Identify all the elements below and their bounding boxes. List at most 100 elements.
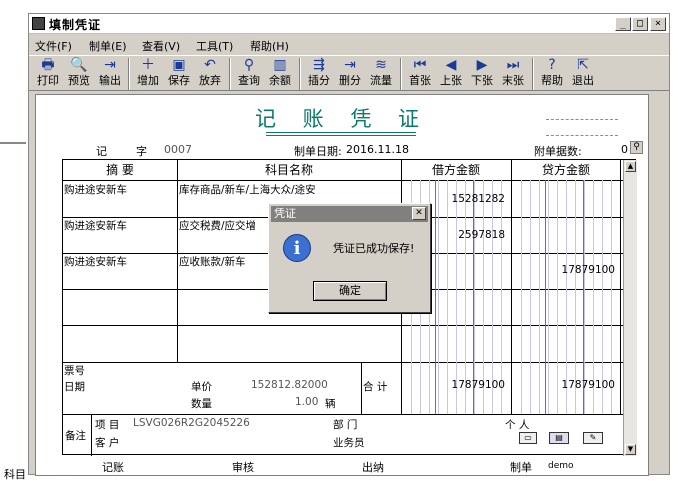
- voucher-no-label: 字: [136, 145, 147, 158]
- background-label: 科目: [4, 468, 26, 481]
- grid-line: [361, 362, 362, 414]
- grid-line: [177, 160, 178, 362]
- menu-voucher[interactable]: 制单(E): [89, 38, 127, 54]
- help-button[interactable]: ? 帮助: [537, 57, 567, 90]
- voucher-title: 记 账 凭 证: [254, 107, 430, 131]
- app-icon: [32, 17, 45, 30]
- dept-label: 部 门: [333, 419, 358, 431]
- person-card-icon[interactable]: ▭: [519, 432, 537, 444]
- row-account[interactable]: 库存商品/新车/上海大众/途安: [179, 182, 316, 197]
- ticket-label: 票号: [64, 365, 85, 377]
- next-voucher-button[interactable]: ▶ 下张: [467, 57, 497, 90]
- toolbar: 🖶 打印 🔍 预览 ⇥ 输出 ＋增加 ▣ 保存 ↶ 放弃 ⚲ 查询 ▥ 余额 ⇶ 插分 ⇥ 删分 …: [29, 55, 669, 91]
- row-credit[interactable]: 17879100: [535, 264, 615, 276]
- vertical-scrollbar[interactable]: ▲ ▼: [623, 160, 637, 456]
- add-icon: ＋: [141, 57, 155, 73]
- date-field-label: 日期: [64, 381, 85, 393]
- voucher-date[interactable]: 2016.11.18: [346, 143, 409, 156]
- delete-row-button[interactable]: ⇥ 删分: [335, 57, 365, 90]
- row-debit[interactable]: 2597818: [425, 229, 505, 241]
- total-label: 合 计: [363, 381, 388, 393]
- dialog-message: 凭证已成功保存!: [333, 242, 415, 255]
- add-button[interactable]: ＋增加: [133, 57, 163, 90]
- salesman-label: 业务员: [333, 437, 365, 449]
- balance-icon: ▥: [273, 57, 287, 73]
- menu-file[interactable]: 文件(F): [35, 38, 72, 54]
- query-button[interactable]: ⚲ 查询: [234, 57, 264, 90]
- toolbar-separator: [532, 58, 534, 90]
- save-button[interactable]: ▣ 保存: [164, 57, 194, 90]
- row-summary[interactable]: 购进途安新车: [64, 182, 127, 197]
- voucher-number[interactable]: 0007: [164, 143, 192, 156]
- customer-label: 客 户: [95, 437, 120, 449]
- insert-row-icon: ⇶: [313, 57, 325, 73]
- minimize-button[interactable]: _: [615, 17, 631, 31]
- cashflow-button[interactable]: ≋ 流量: [366, 57, 396, 90]
- last-voucher-button[interactable]: ⏭ 末张: [498, 57, 528, 90]
- row-summary[interactable]: 购进途安新车: [64, 254, 127, 269]
- background-divider: [0, 142, 26, 144]
- exit-button[interactable]: ⇱ 退出: [568, 57, 598, 90]
- save-success-dialog: 凭证 ✕ i 凭证已成功保存! 确定: [268, 203, 431, 313]
- info-icon: i: [283, 234, 311, 262]
- balance-button[interactable]: ▥ 余额: [265, 57, 295, 90]
- export-button[interactable]: ⇥ 输出: [95, 57, 125, 90]
- voucher-type[interactable]: 记: [96, 143, 107, 159]
- header-account: 科目名称: [264, 163, 313, 177]
- discard-button[interactable]: ↶ 放弃: [195, 57, 225, 90]
- qty-label: 数量: [191, 398, 212, 410]
- insert-row-button[interactable]: ⇶ 插分: [304, 57, 334, 90]
- last-icon: ⏭: [506, 57, 520, 73]
- export-icon: ⇥: [104, 57, 116, 73]
- cashier-label: 出纳: [362, 461, 384, 474]
- price-value[interactable]: 152812.82000: [251, 379, 328, 391]
- prev-voucher-button[interactable]: ◀ 上张: [436, 57, 466, 90]
- close-button[interactable]: ×: [650, 17, 666, 31]
- detail-icon[interactable]: ▤: [549, 432, 569, 444]
- scroll-up-icon[interactable]: ▲: [625, 161, 636, 172]
- dialog-title: 凭证 ✕: [271, 206, 428, 222]
- delete-row-icon: ⇥: [344, 57, 356, 73]
- save-icon: ▣: [172, 57, 186, 73]
- query-icon: ⚲: [243, 57, 255, 73]
- cashflow-icon: ≋: [375, 57, 387, 73]
- qty-unit: 辆: [325, 398, 336, 410]
- magnifier-icon[interactable]: ⚲: [630, 141, 643, 154]
- print-button[interactable]: 🖶 打印: [33, 57, 63, 90]
- grid-line: [620, 160, 621, 414]
- window-title: 填制凭证: [49, 18, 102, 32]
- date-label: 制单日期:: [294, 145, 342, 158]
- menu-bar: 文件(F) 制单(E) 查看(V) 工具(T) 帮助(H): [29, 35, 669, 54]
- menu-tools[interactable]: 工具(T): [196, 38, 233, 54]
- ok-button[interactable]: 确定: [313, 281, 387, 301]
- grid-line: [91, 414, 92, 456]
- attach-count[interactable]: 0: [621, 143, 628, 156]
- maker-label: 制单: [510, 461, 532, 474]
- toolbar-separator: [299, 58, 301, 90]
- row-account[interactable]: 应收账款/新车: [179, 254, 246, 269]
- preview-button[interactable]: 🔍 预览: [64, 57, 94, 90]
- price-label: 单价: [191, 381, 212, 393]
- maker-name: demo: [548, 461, 574, 471]
- dialog-close-button[interactable]: ✕: [412, 207, 426, 220]
- person-label: 个 人: [505, 419, 530, 431]
- title-underline: [266, 132, 416, 136]
- total-debit: 17879100: [451, 379, 505, 391]
- row-summary[interactable]: 购进途安新车: [64, 218, 127, 233]
- maximize-button[interactable]: □: [632, 17, 648, 31]
- edit-icon[interactable]: ✎: [583, 432, 603, 444]
- row-account[interactable]: 应交税费/应交增: [179, 218, 256, 233]
- qty-value[interactable]: 1.00: [295, 396, 318, 408]
- menu-view[interactable]: 查看(V): [142, 38, 180, 54]
- project-value[interactable]: LSVG026R2G2045226: [133, 417, 250, 429]
- preview-icon: 🔍: [70, 57, 88, 73]
- dashed-line: [546, 119, 618, 120]
- first-voucher-button[interactable]: ⏮ 首张: [405, 57, 435, 90]
- row-debit[interactable]: 15281282: [425, 193, 505, 205]
- help-icon: ?: [548, 57, 556, 73]
- remark-label: 备注: [65, 430, 86, 442]
- scroll-down-icon[interactable]: ▼: [625, 444, 636, 455]
- first-icon: ⏮: [413, 57, 427, 73]
- menu-help[interactable]: 帮助(H): [250, 38, 289, 54]
- prev-icon: ◀: [445, 57, 457, 73]
